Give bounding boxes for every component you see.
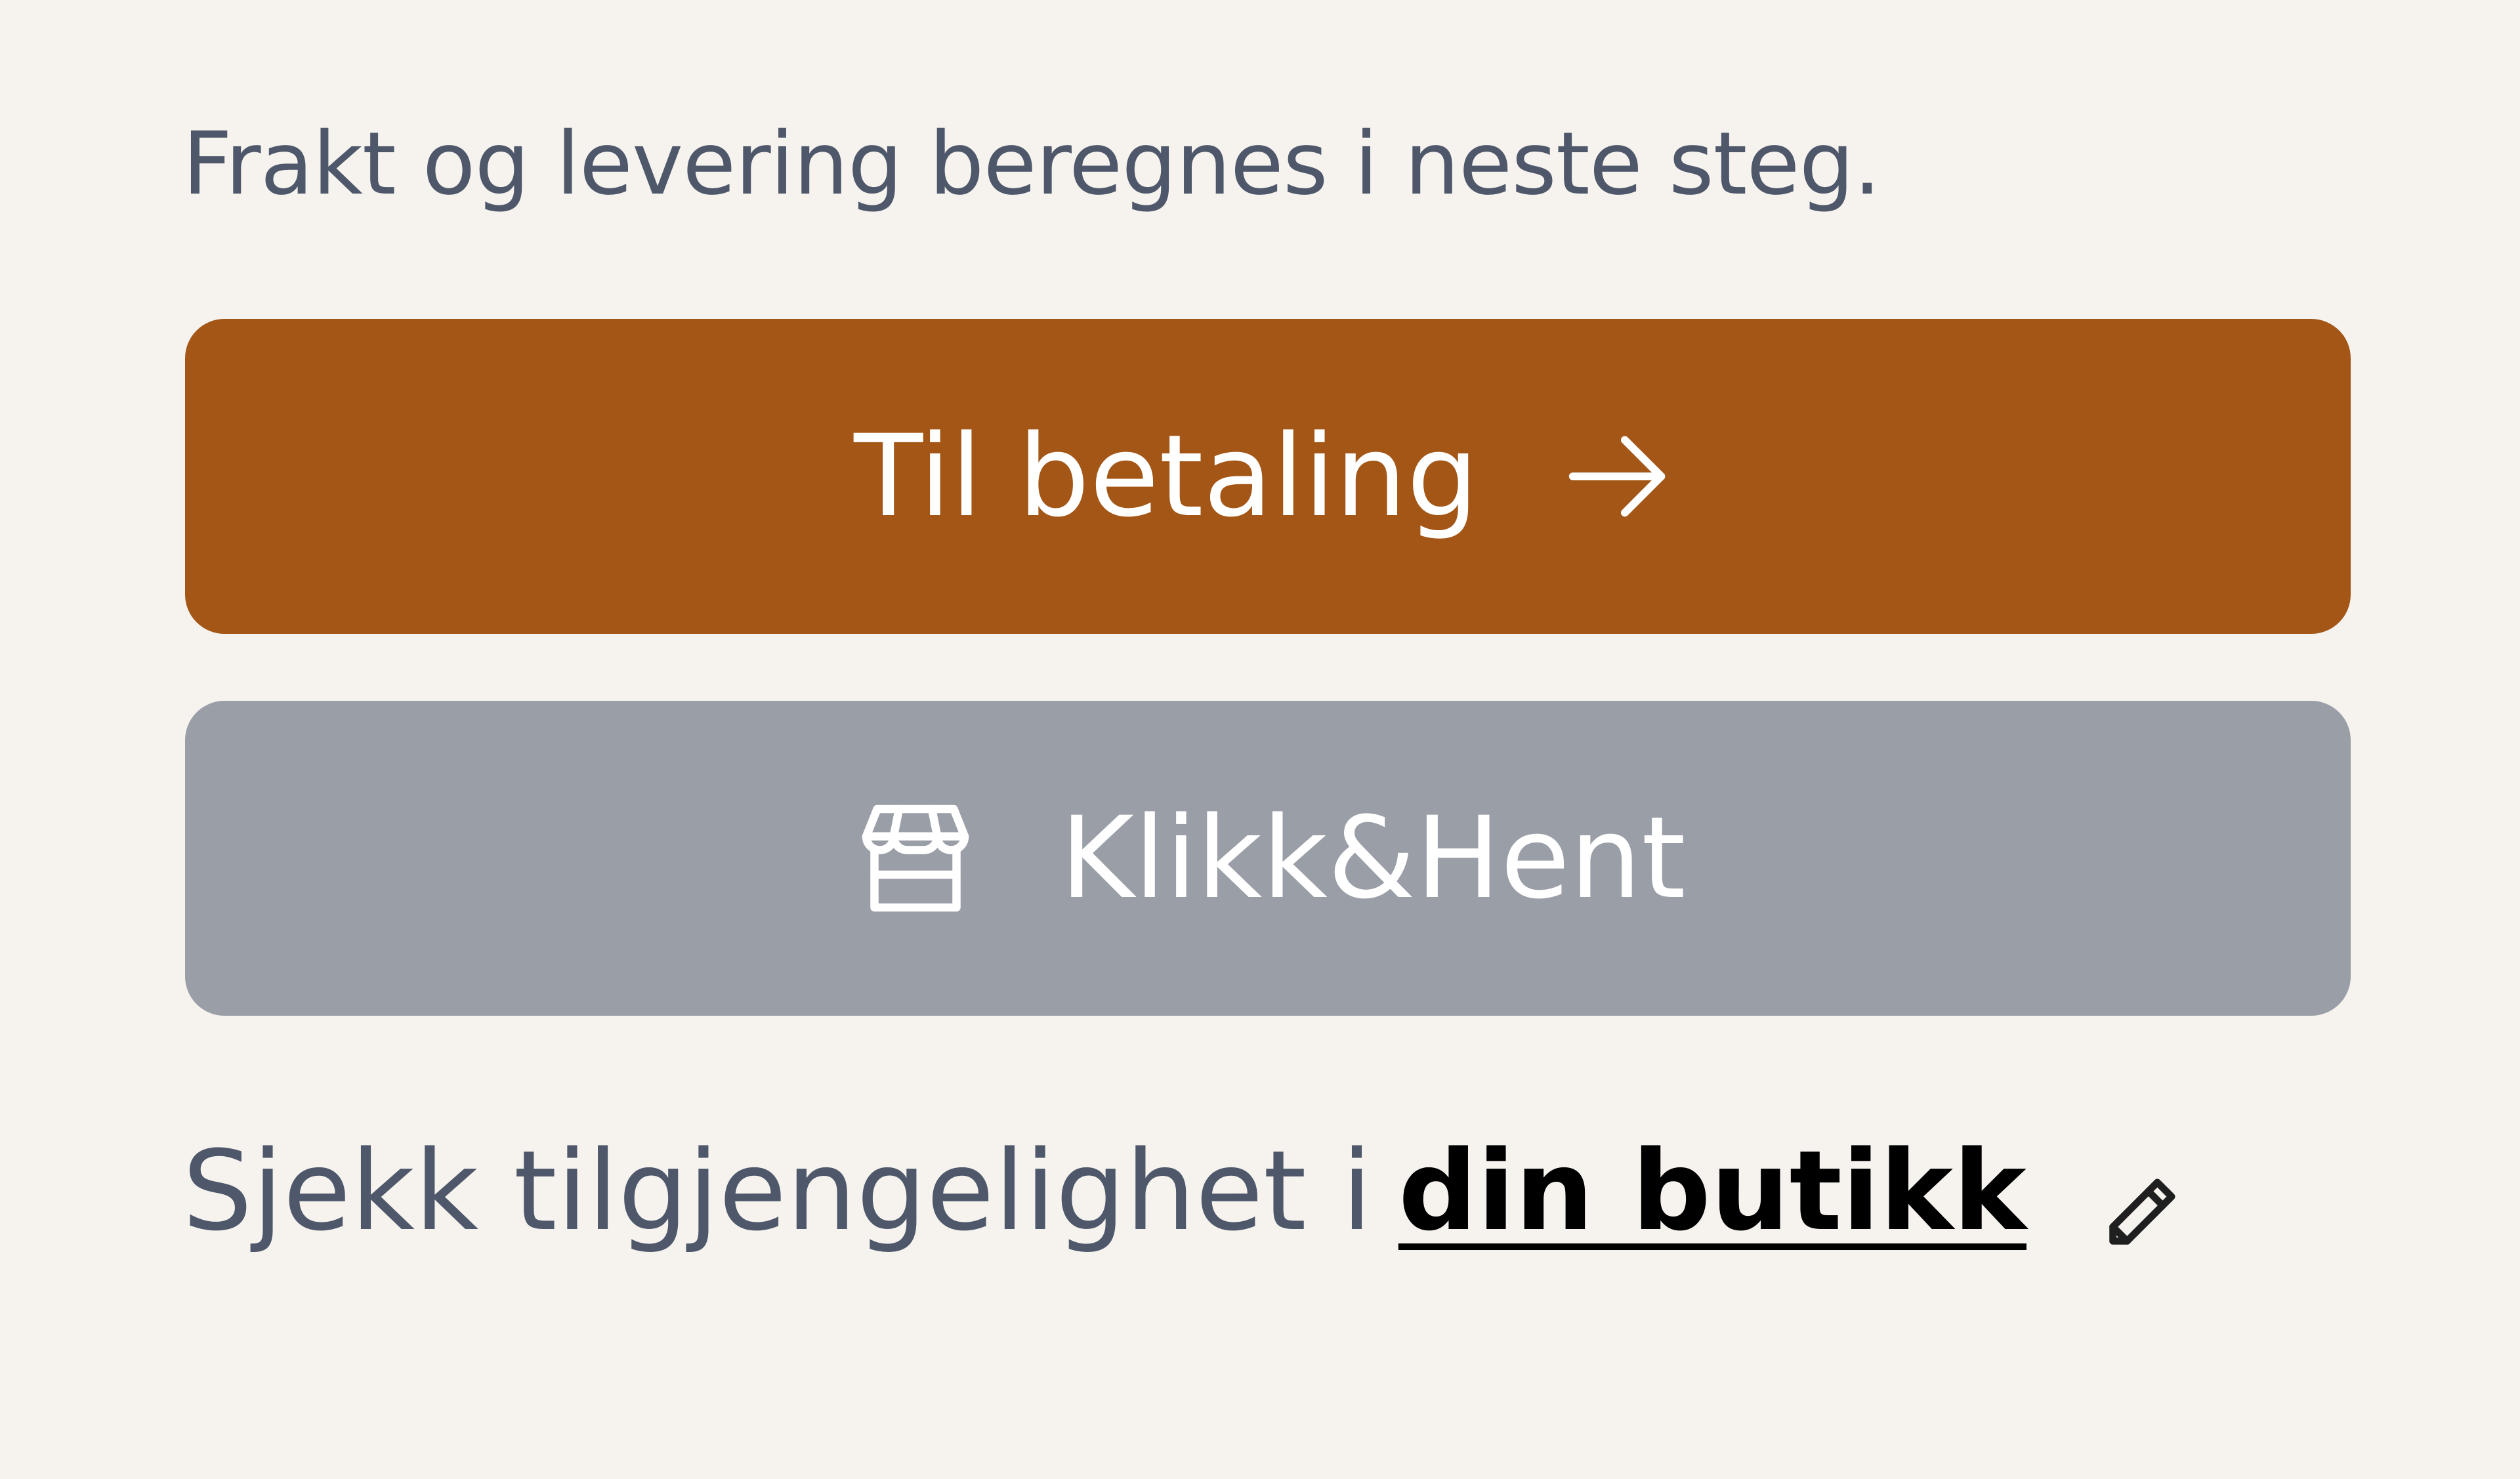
store-availability-line: Sjekk tilgjengelighet i din butikk (182, 1122, 2184, 1260)
availability-prefix: Sjekk tilgjengelighet i (182, 1127, 1372, 1255)
arrow-right-icon (1557, 414, 1682, 539)
click-and-collect-button[interactable]: Klikk&Hent (185, 701, 2351, 1016)
store-link[interactable]: din butikk (1398, 1122, 2026, 1260)
click-and-collect-label: Klikk&Hent (1060, 792, 1686, 924)
pencil-icon[interactable] (2099, 1148, 2184, 1245)
checkout-button-label: Til betaling (854, 410, 1479, 542)
checkout-button[interactable]: Til betaling (185, 319, 2351, 634)
store-icon (850, 793, 981, 924)
shipping-note: Frakt og levering beregnes i neste steg. (182, 114, 1881, 215)
cart-summary-panel: Frakt og levering beregnes i neste steg.… (0, 0, 2520, 1479)
